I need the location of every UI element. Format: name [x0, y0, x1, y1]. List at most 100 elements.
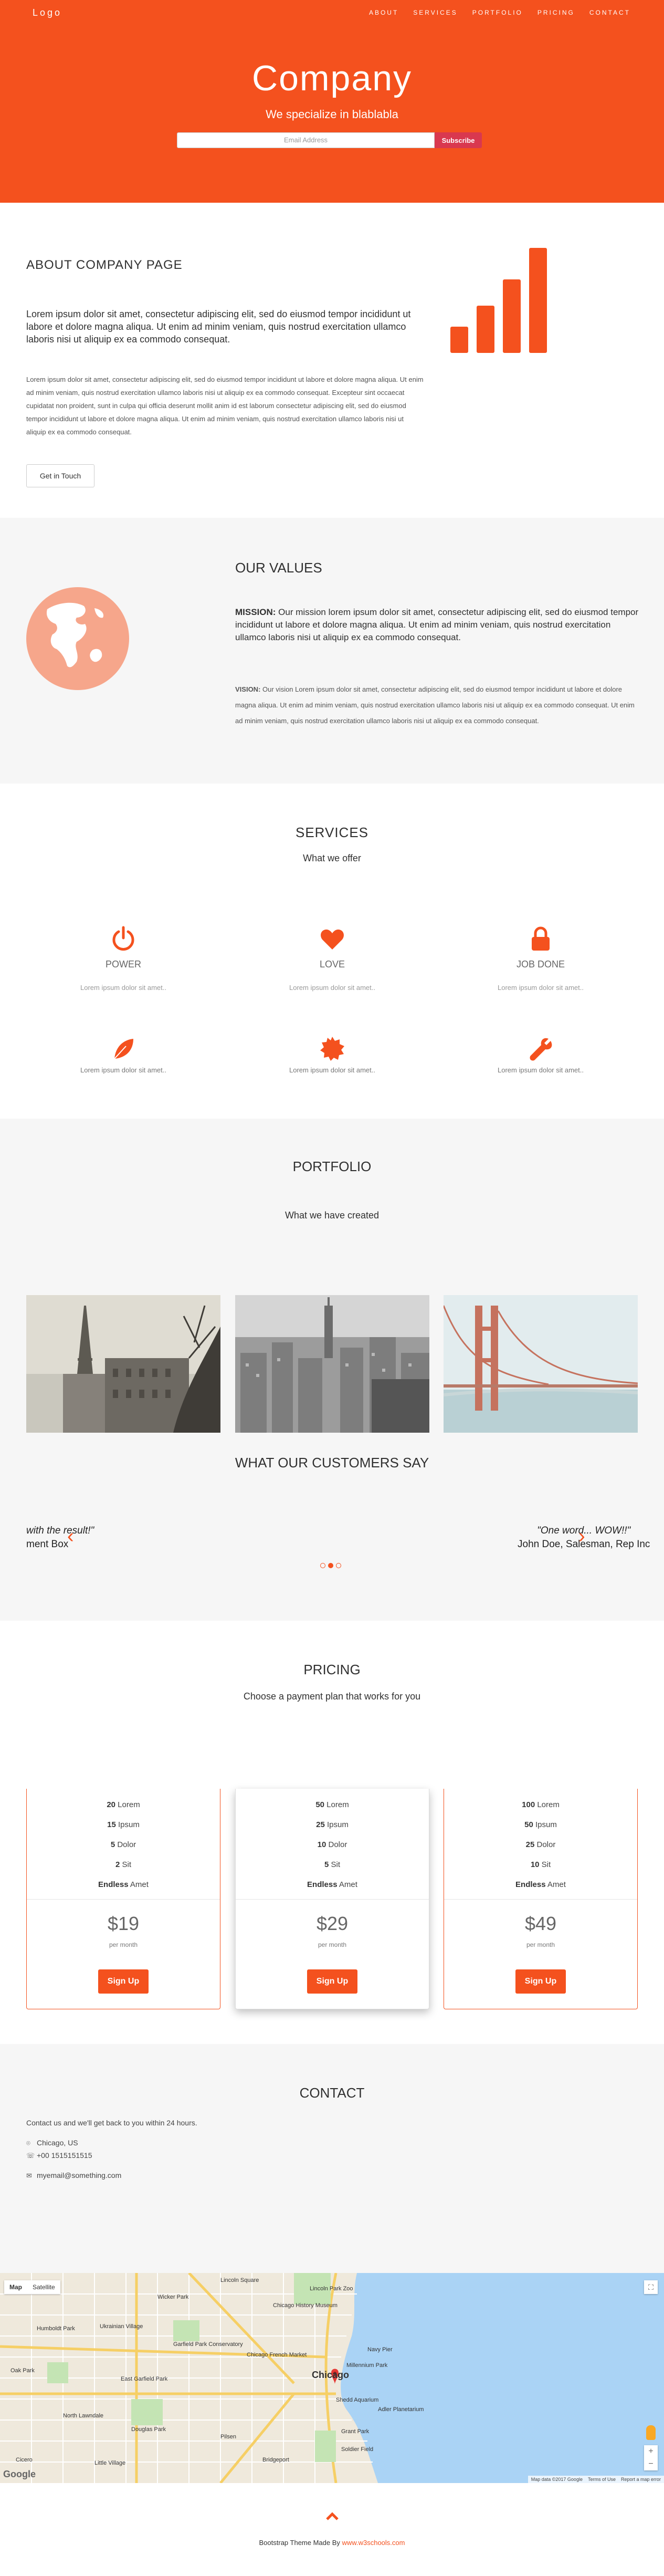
service-leaf: Lorem ipsum dolor sit amet.. — [26, 1036, 220, 1074]
nav-link-about[interactable]: ABOUT — [369, 9, 398, 16]
phone-icon: ☏ — [26, 2152, 35, 2160]
map-attribution: Map data ©2017 Google Terms of Use Repor… — [528, 2476, 664, 2483]
map-label: Lincoln Park Zoo — [310, 2286, 353, 2292]
map-data-text: Map data ©2017 Google — [531, 2477, 583, 2482]
report-error-link[interactable]: Report a map error — [621, 2477, 661, 2482]
testimonial-quote: with the result!" — [26, 1525, 94, 1536]
carousel-dot[interactable] — [320, 1563, 325, 1568]
map-tab[interactable]: Map — [4, 2280, 27, 2294]
map-type-control: Map Satellite — [4, 2280, 60, 2294]
plan-features: 20 Lorem 15 Ipsum 5 Dolor 2 Sit Endless … — [27, 1789, 220, 1895]
service-text: Lorem ipsum dolor sit amet.. — [80, 1066, 166, 1074]
carousel-next-icon[interactable]: › — [578, 1525, 585, 1548]
map-label: Lincoln Square — [220, 2277, 259, 2283]
map-label: Chicago French Market — [247, 2352, 307, 2358]
envelope-icon: ✉ — [26, 2172, 32, 2179]
certificate-icon — [320, 1037, 344, 1061]
navbar: Logo ABOUT SERVICES PORTFOLIO PRICING CO… — [0, 0, 664, 26]
w3schools-link[interactable]: www.w3schools.com — [342, 2539, 405, 2547]
plan-feature: 20 Lorem — [107, 1800, 140, 1809]
nav-link-contact[interactable]: CONTACT — [589, 9, 630, 16]
divider — [444, 1899, 637, 1900]
map-label: Oak Park — [10, 2368, 35, 2374]
service-certificate: Lorem ipsum dolor sit amet.. — [235, 1036, 429, 1074]
about-lead: Lorem ipsum dolor sit amet, consectetur … — [26, 309, 411, 345]
plan-feature: 5 Dolor — [110, 1840, 136, 1849]
map-marker-icon: ⌾ — [26, 2139, 30, 2147]
service-text: Lorem ipsum dolor sit amet.. — [497, 1066, 584, 1074]
wrench-icon — [530, 1038, 552, 1061]
zoom-out-icon[interactable]: − — [644, 2458, 658, 2470]
contact-title: CONTACT — [299, 2085, 365, 2101]
google-map[interactable]: Lincoln Park Zoo Chicago History Museum … — [0, 2273, 664, 2483]
portfolio-subtitle: What we have created — [284, 1210, 380, 1221]
carousel-indicators — [320, 1563, 341, 1568]
testimonial-author: ment Box — [26, 1539, 69, 1550]
plan-feature: 10 Sit — [530, 1860, 551, 1869]
testimonial-left: with the result!" ment Box — [26, 1524, 94, 1551]
vision-text: VISION: Our vision Lorem ipsum dolor sit… — [235, 682, 639, 729]
map-label: Wicker Park — [157, 2294, 189, 2300]
page: Logo ABOUT SERVICES PORTFOLIO PRICING CO… — [0, 0, 664, 2576]
satellite-tab[interactable]: Satellite — [27, 2280, 60, 2294]
get-in-touch-button[interactable]: Get in Touch — [26, 464, 94, 487]
map-label: Grant Park — [341, 2428, 370, 2435]
nav-link-services[interactable]: SERVICES — [413, 9, 457, 16]
service-text: Lorem ipsum dolor sit amet.. — [289, 1066, 375, 1074]
nav-links: ABOUT SERVICES PORTFOLIO PRICING CONTACT — [369, 9, 630, 16]
pricing-card-premium: 100 Lorem 50 Ipsum 25 Dolor 10 Sit Endle… — [444, 1789, 638, 2009]
contact-section: CONTACT Contact us and we'll get back to… — [0, 2044, 664, 2273]
san-francisco-photo[interactable] — [444, 1295, 638, 1433]
sign-up-button[interactable]: Sign Up — [307, 1969, 357, 1994]
contact-location: ⌾ Chicago, US — [26, 2136, 197, 2149]
carousel-dot-active[interactable] — [328, 1563, 333, 1568]
portfolio-title: PORTFOLIO — [292, 1159, 372, 1174]
plan-period: per month — [526, 1941, 555, 1948]
map-label: North Lawndale — [63, 2413, 104, 2419]
carousel-prev-icon[interactable]: ‹ — [67, 1525, 74, 1548]
plan-feature: 10 Dolor — [317, 1840, 347, 1849]
map-label: Humboldt Park — [37, 2325, 75, 2332]
logo[interactable]: Logo — [33, 7, 62, 18]
plan-feature: 15 Ipsum — [107, 1820, 140, 1829]
plan-feature: Endless Amet — [515, 1880, 566, 1889]
nav-link-portfolio[interactable]: PORTFOLIO — [472, 9, 523, 16]
plan-feature: 5 Sit — [324, 1860, 341, 1869]
new-york-photo[interactable] — [235, 1295, 429, 1433]
nav-link-pricing[interactable]: PRICING — [537, 9, 575, 16]
divider — [236, 1899, 429, 1900]
map-label: Shedd Aquarium — [336, 2397, 379, 2403]
fullscreen-icon[interactable]: ⛶ — [644, 2280, 658, 2294]
subscribe-form: Email Address Subscribe — [177, 132, 482, 148]
plan-period: per month — [318, 1941, 347, 1948]
pricing-card-pro: 50 Lorem 25 Ipsum 10 Dolor 5 Sit Endless… — [235, 1789, 429, 2009]
chevron-up-icon[interactable] — [325, 2511, 339, 2521]
plan-period: per month — [109, 1941, 138, 1948]
map-label: Cicero — [16, 2457, 33, 2463]
mission-label: MISSION: — [235, 607, 276, 617]
subscribe-button[interactable]: Subscribe — [435, 132, 482, 148]
zoom-in-icon[interactable]: + — [644, 2445, 658, 2458]
service-text: Lorem ipsum dolor sit amet.. — [80, 984, 166, 992]
sign-up-button[interactable]: Sign Up — [515, 1969, 566, 1994]
plan-feature: Endless Amet — [307, 1880, 357, 1889]
globe-icon — [26, 587, 129, 690]
signal-icon — [450, 248, 547, 353]
mission-text: MISSION: Our mission lorem ipsum dolor s… — [235, 606, 639, 644]
pricing-subtitle: Choose a payment plan that works for you — [243, 1691, 421, 1702]
hero-title: Company — [251, 58, 413, 98]
vision-label: VISION: — [235, 685, 261, 693]
contact-intro: Contact us and we'll get back to you wit… — [26, 2119, 197, 2127]
street-view-pegman-icon[interactable] — [646, 2425, 656, 2440]
map-label: Chicago History Museum — [273, 2302, 338, 2309]
service-title: POWER — [105, 959, 141, 969]
footer-credit: Bootstrap Theme Made By www.w3schools.co… — [259, 2539, 405, 2547]
terms-link[interactable]: Terms of Use — [588, 2477, 616, 2482]
sign-up-button[interactable]: Sign Up — [98, 1969, 149, 1994]
carousel-dot[interactable] — [336, 1563, 341, 1568]
contact-phone: ☏ +00 1515151515 — [26, 2149, 197, 2162]
power-icon — [112, 926, 134, 951]
pricing-section: PRICING Choose a payment plan that works… — [0, 1621, 664, 2044]
email-input[interactable]: Email Address — [177, 132, 435, 148]
paris-photo[interactable] — [26, 1295, 220, 1433]
